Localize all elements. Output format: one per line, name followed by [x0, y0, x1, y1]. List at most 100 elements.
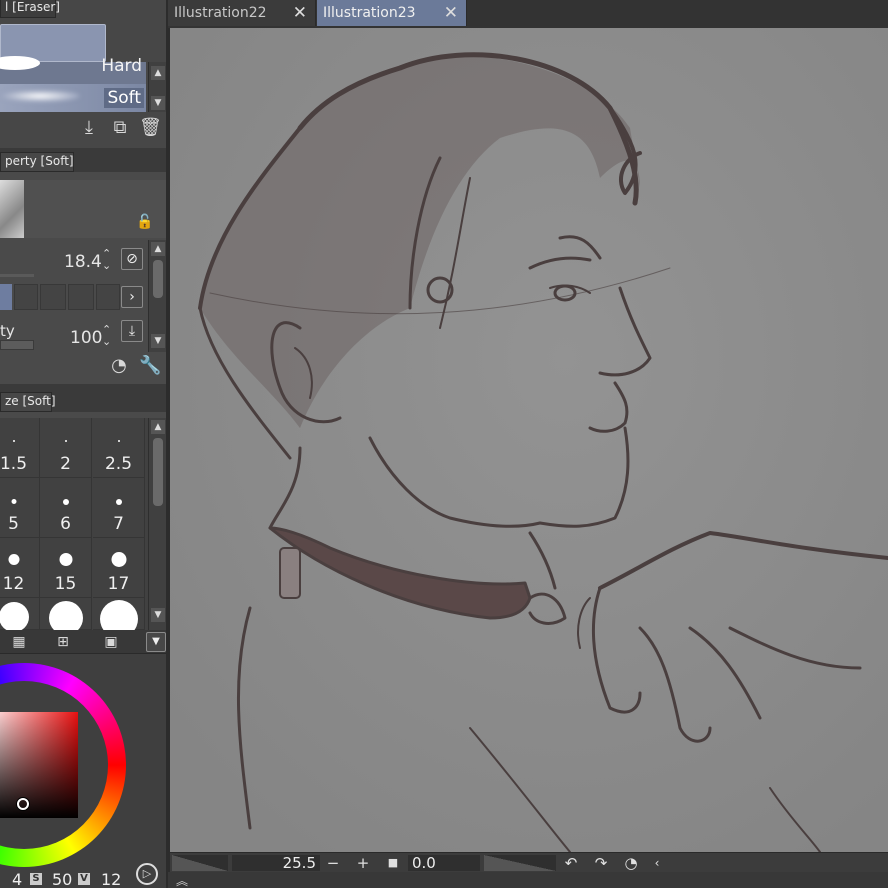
size-dot: [8, 554, 19, 565]
size-dot: [117, 440, 120, 442]
tool-property-tab[interactable]: perty [Soft]: [0, 152, 74, 172]
opacity-stepper[interactable]: ⌃ ⌄: [102, 324, 116, 352]
play-icon[interactable]: ▷: [136, 863, 158, 885]
artwork-sketch: [170, 28, 888, 852]
opacity-value[interactable]: 100: [70, 328, 102, 348]
zoom-field[interactable]: 25.5: [232, 855, 320, 871]
brush-size-cell[interactable]: [93, 598, 145, 630]
download-icon[interactable]: ⤓: [121, 320, 143, 342]
brush-size-cell[interactable]: [0, 598, 40, 630]
import-icon[interactable]: ⤓: [78, 118, 100, 140]
rotate-left-icon[interactable]: ↶: [562, 854, 580, 872]
document-tabbar: Illustration22 ✕ Illustration23 ✕: [168, 0, 888, 28]
navigator-slider[interactable]: [172, 855, 228, 871]
value-value: 12: [101, 870, 122, 888]
rotation-slider[interactable]: [484, 855, 556, 871]
brush-size-cell[interactable]: 6: [40, 478, 92, 538]
pattern-cell[interactable]: [96, 284, 120, 310]
rotate-right-icon[interactable]: ↷: [592, 854, 610, 872]
zoom-out-button[interactable]: −: [324, 854, 342, 872]
scroll-up-icon[interactable]: ▲: [151, 420, 165, 434]
size-stepper[interactable]: ⌃ ⌄: [102, 248, 116, 276]
color-tabbar: ▦ ⊞ ▣ ▼: [0, 630, 168, 654]
color-panel: ▦ ⊞ ▣ ▼ 4 S 50 V 12 ▷: [0, 630, 168, 888]
scroll-down-icon[interactable]: ▼: [151, 334, 165, 348]
wrench-icon[interactable]: 🔧: [139, 356, 161, 378]
scroll-up-icon[interactable]: ▲: [151, 66, 165, 80]
intermediate-color-icon[interactable]: ⊞: [52, 632, 74, 654]
brush-name-soft: Soft: [104, 88, 144, 108]
brush-item-hard[interactable]: Hard: [0, 56, 146, 84]
v-badge: V: [78, 873, 90, 885]
brush-size-cell[interactable]: 1.5: [0, 418, 40, 478]
saturation-value-square[interactable]: [0, 712, 78, 818]
scroll-up-icon[interactable]: ▲: [151, 242, 165, 256]
drawing-canvas[interactable]: [170, 28, 888, 852]
fit-view-icon[interactable]: ■: [384, 854, 402, 872]
close-icon[interactable]: ✕: [444, 3, 458, 23]
bottom-dock-bar: ︽: [168, 872, 888, 888]
sub-tool-tab[interactable]: l [Eraser]: [0, 0, 60, 18]
scroll-down-icon[interactable]: ▼: [151, 608, 165, 622]
dial-icon[interactable]: ◔: [108, 356, 130, 378]
size-dot: [11, 499, 16, 504]
trash-icon[interactable]: 🗑: [139, 118, 162, 140]
size-dot: [48, 601, 83, 630]
duplicate-icon[interactable]: ⧉: [109, 118, 131, 140]
brush-size-cell[interactable]: 15: [40, 538, 92, 598]
opacity-slider[interactable]: [0, 340, 34, 350]
pattern-cell[interactable]: [40, 284, 66, 310]
lock-icon[interactable]: 🔓: [134, 212, 156, 234]
pattern-cell-active[interactable]: [0, 284, 12, 310]
brush-size-cell[interactable]: 5: [0, 478, 40, 538]
tool-property-panel: perty [Soft] 🔓 18.4 ⌃ ⌄ ⊘ › ty 100 ⌃ ⌄ ⤓ ▲…: [0, 148, 168, 384]
brush-size-cell[interactable]: 2.5: [93, 418, 145, 478]
app-window: l [Eraser] Hard Soft ▲ ▼ ⤓ ⧉ 🗑 perty [So…: [0, 0, 888, 888]
opacity-label: ty: [0, 322, 15, 340]
rotation-field[interactable]: 0.0: [408, 855, 480, 871]
expand-up-icon[interactable]: ︽: [176, 872, 188, 888]
hard-stroke-preview: [0, 56, 40, 70]
brush-size-tab[interactable]: ze [Soft]: [0, 392, 56, 412]
brush-tip-preview: [0, 180, 24, 238]
chevron-right-icon[interactable]: ›: [121, 286, 143, 308]
close-icon[interactable]: ✕: [293, 3, 307, 23]
brush-size-panel: ze [Soft] 1.5 2 2.5 5 6 7 12 15 17 ▲ ▼: [0, 384, 168, 630]
brush-size-scrollbar[interactable]: ▲ ▼: [148, 418, 166, 630]
size-dot: [12, 440, 15, 442]
size-dot: [111, 552, 126, 567]
brush-item-soft[interactable]: Soft: [0, 84, 146, 112]
brush-size-slider[interactable]: [0, 274, 34, 277]
size-dot: [115, 499, 122, 505]
brush-size-cell[interactable]: 7: [93, 478, 145, 538]
brush-size-grid: 1.5 2 2.5 5 6 7 12 15 17: [0, 418, 148, 630]
pattern-cell[interactable]: [68, 284, 94, 310]
doc-tab-illustration23[interactable]: Illustration23 ✕: [317, 0, 467, 26]
pattern-cell[interactable]: [14, 284, 38, 310]
reset-rotation-icon[interactable]: ◔: [622, 854, 640, 872]
s-badge: S: [30, 873, 42, 885]
brush-size-cell[interactable]: [40, 598, 92, 630]
chevron-left-icon[interactable]: ‹: [648, 854, 666, 872]
soft-stroke-preview: [0, 90, 80, 102]
size-dot: [0, 602, 29, 630]
scroll-thumb[interactable]: [153, 438, 163, 506]
size-dynamics-button[interactable]: ⊘: [121, 248, 143, 270]
pattern-selector[interactable]: [0, 284, 120, 310]
doc-tab-illustration22[interactable]: Illustration22 ✕: [168, 0, 316, 26]
scroll-down-icon[interactable]: ▼: [151, 96, 165, 110]
zoom-in-button[interactable]: +: [354, 854, 372, 872]
brush-size-cell[interactable]: 17: [93, 538, 145, 598]
brush-size-cell[interactable]: 2: [40, 418, 92, 478]
approximate-color-icon[interactable]: ▣: [100, 632, 122, 654]
brush-list-scrollbar[interactable]: ▲ ▼: [148, 62, 166, 112]
color-picker-cursor[interactable]: [17, 798, 29, 810]
hsv-readout: 4 S 50 V 12: [0, 868, 140, 888]
brush-size-value[interactable]: 18.4: [64, 252, 102, 272]
brush-size-cell[interactable]: 12: [0, 538, 40, 598]
panel-menu-icon[interactable]: ▼: [146, 632, 166, 652]
canvas-status-bar: 25.5 − + ■ 0.0 ↶ ↷ ◔ ‹: [170, 852, 888, 872]
scroll-thumb[interactable]: [153, 260, 163, 298]
color-set-icon[interactable]: ▦: [8, 632, 30, 654]
property-scrollbar[interactable]: ▲ ▼: [148, 240, 166, 352]
